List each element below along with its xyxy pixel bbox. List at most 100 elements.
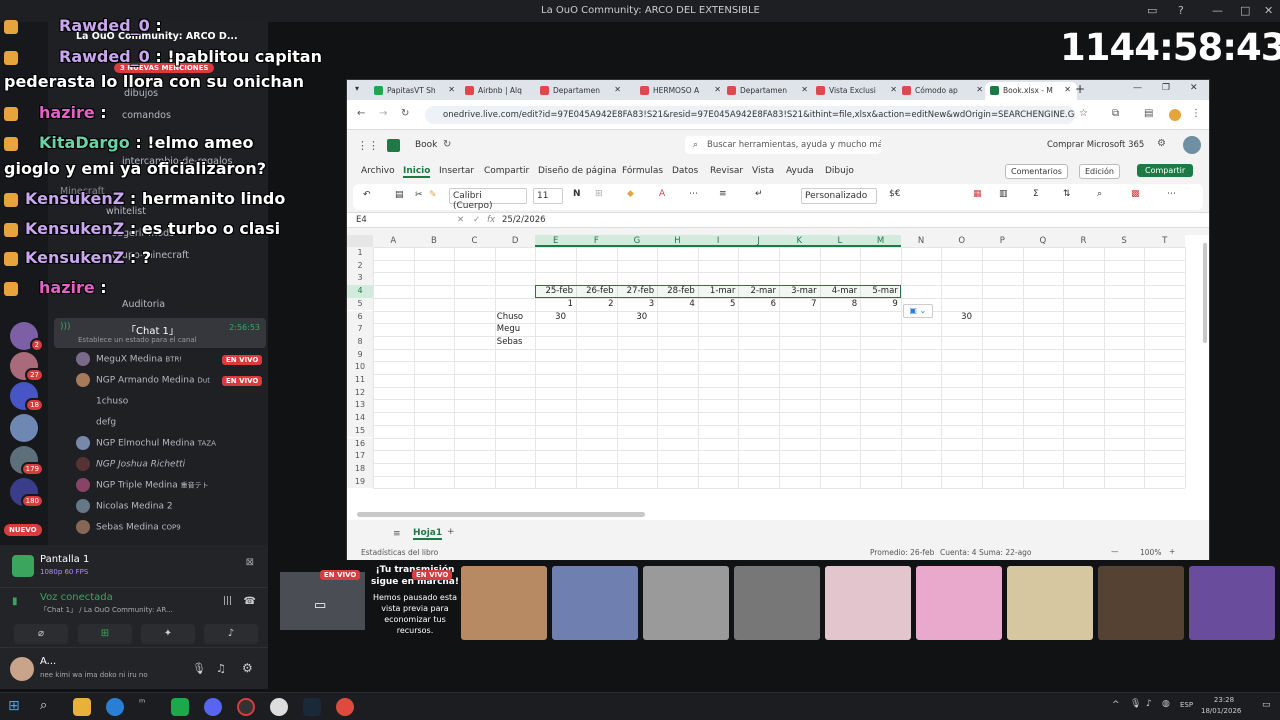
settings-gear-icon[interactable]: ⚙ <box>1157 138 1166 149</box>
column-header[interactable]: F <box>576 235 617 247</box>
row-header[interactable]: 3 <box>347 272 373 286</box>
tab-compartir[interactable]: Compartir <box>484 166 529 176</box>
app-icon[interactable] <box>270 698 288 716</box>
reload-icon[interactable]: ↻ <box>401 108 409 119</box>
close-tab-icon[interactable]: ✕ <box>801 85 808 94</box>
tab-menu-icon[interactable]: ▾ <box>355 84 359 93</box>
name-box[interactable]: E4 <box>353 214 429 227</box>
edit-mode-button[interactable]: Edición <box>1079 164 1120 179</box>
close-tab-icon[interactable]: ✕ <box>614 85 621 94</box>
url-field[interactable]: onedrive.live.com/edit?id=97E045A942E8FA… <box>425 106 1075 124</box>
function-icon[interactable]: fx <box>487 215 495 225</box>
inbox-icon[interactable]: ▭ <box>1147 4 1157 17</box>
participant-tile[interactable] <box>734 566 820 640</box>
app-icon[interactable]: ᵐ <box>139 698 157 716</box>
column-header[interactable]: R <box>1063 235 1104 247</box>
row-header[interactable]: 8 <box>347 335 373 349</box>
cell-number[interactable]: 1 <box>535 298 573 310</box>
cell-number[interactable]: 3 <box>617 298 654 310</box>
sidebar-icon[interactable]: ▤ <box>1144 108 1153 119</box>
row-header[interactable]: 18 <box>347 462 373 476</box>
member-item[interactable]: Sebas Medina COP9 <box>76 520 181 540</box>
participant-tile[interactable] <box>552 566 638 640</box>
browser-menu-icon[interactable]: ⋮ <box>1191 108 1201 119</box>
close-tab-icon[interactable]: ✕ <box>890 85 897 94</box>
row-header[interactable]: 19 <box>347 475 373 489</box>
column-header[interactable]: I <box>697 235 739 247</box>
server-icon[interactable]: 2 <box>10 322 44 352</box>
column-header[interactable]: E <box>535 235 576 247</box>
table-format-icon[interactable]: ▥ <box>999 189 1008 199</box>
cell-name[interactable]: Megu <box>497 323 538 335</box>
more-options-icon[interactable]: ⋯ <box>1167 189 1176 199</box>
screen-share-button[interactable]: ⊞ <box>78 624 132 644</box>
stop-share-icon[interactable]: ⊠ <box>246 557 254 568</box>
zoom-in-button[interactable]: + <box>1169 547 1175 556</box>
kick-icon[interactable] <box>171 698 189 716</box>
avatar[interactable] <box>10 657 34 681</box>
row-header[interactable]: 9 <box>347 348 373 362</box>
column-header[interactable]: K <box>779 235 820 247</box>
obs-icon[interactable] <box>237 698 255 716</box>
formula-input[interactable]: 25/2/2026 <box>499 214 549 226</box>
column-header[interactable]: O <box>941 235 982 247</box>
row-header[interactable]: 15 <box>347 424 373 438</box>
cell-name[interactable]: Chuso <box>497 311 538 323</box>
cell-number[interactable]: 5 <box>698 298 735 310</box>
format-painter-icon[interactable]: ✎ <box>429 190 437 200</box>
tab-dibujo[interactable]: Dibujo <box>825 166 854 176</box>
account-avatar[interactable] <box>1183 136 1201 154</box>
browser-tab[interactable]: Vista Exclusi ✕ <box>811 82 903 100</box>
tab-ayuda[interactable]: Ayuda <box>786 166 814 176</box>
voice-channel-active[interactable]: ))) 「Chat 1」 2:56:53 Establece un estado… <box>54 318 266 348</box>
font-color-icon[interactable]: A <box>659 189 665 199</box>
participant-tile[interactable] <box>1007 566 1093 640</box>
sort-filter-icon[interactable]: ⇅ <box>1063 189 1071 199</box>
column-header[interactable]: L <box>819 235 861 247</box>
find-icon[interactable]: ⌕ <box>1097 189 1102 199</box>
notification-icon[interactable]: ▭ <box>1262 700 1271 710</box>
row-header[interactable]: 5 <box>347 297 373 311</box>
restore-browser-button[interactable]: ❐ <box>1162 83 1170 93</box>
cell-value[interactable]: 30 <box>535 311 566 323</box>
column-header[interactable]: M <box>860 235 901 247</box>
row-header[interactable]: 11 <box>347 374 373 387</box>
tab-archivo[interactable]: Archivo <box>361 166 395 176</box>
column-header[interactable]: B <box>413 235 455 247</box>
participant-tile[interactable] <box>1098 566 1184 640</box>
cell-date[interactable]: 4-mar <box>820 285 857 297</box>
row-header[interactable]: 1 <box>347 247 373 260</box>
vertical-scrollbar[interactable] <box>1203 243 1207 343</box>
cell-number[interactable]: 8 <box>820 298 857 310</box>
participant-tile[interactable] <box>461 566 547 640</box>
forward-icon[interactable]: → <box>379 108 387 119</box>
server-icon[interactable]: 179 <box>10 446 44 476</box>
tab-formulas[interactable]: Fórmulas <box>622 166 663 176</box>
cell-number[interactable]: 7 <box>779 298 816 310</box>
edge-icon[interactable] <box>106 698 124 716</box>
column-header[interactable]: H <box>657 235 698 247</box>
row-header[interactable]: 4 <box>347 285 373 298</box>
comments-button[interactable]: Comentarios <box>1005 164 1068 179</box>
cell-date[interactable]: 2-mar <box>738 285 776 297</box>
chrome-icon[interactable] <box>336 698 354 716</box>
member-item[interactable]: NGP Elmochul Medina TAZA <box>76 436 216 456</box>
voice-status[interactable]: Establece un estado para el canal <box>78 336 197 344</box>
tab-datos[interactable]: Datos <box>672 166 698 176</box>
browser-tab[interactable]: PapitasVT Sh ✕ <box>369 82 461 100</box>
tray-expand-icon[interactable]: ^ <box>1112 700 1120 710</box>
browser-tab-active[interactable]: Book.xlsx - M ✕ <box>985 82 1077 100</box>
file-explorer-icon[interactable] <box>73 698 91 716</box>
start-icon[interactable]: ⊞ <box>8 698 26 716</box>
tab-diseno[interactable]: Diseño de página <box>538 166 617 176</box>
stream-preview[interactable]: EN VIVO ▭ <box>280 570 365 630</box>
horizontal-scrollbar[interactable] <box>357 512 645 517</box>
row-header[interactable]: 2 <box>347 259 373 273</box>
font-size-select[interactable]: 11 <box>533 188 563 204</box>
close-browser-button[interactable]: ✕ <box>1190 83 1198 93</box>
row-header[interactable]: 14 <box>347 412 373 425</box>
bold-button[interactable]: N <box>573 189 581 199</box>
voice-channel-info[interactable]: 「Chat 1」 / La OuO Community: AR... <box>40 605 173 615</box>
tab-revisar[interactable]: Revisar <box>710 166 743 176</box>
column-header[interactable]: T <box>1144 235 1185 247</box>
